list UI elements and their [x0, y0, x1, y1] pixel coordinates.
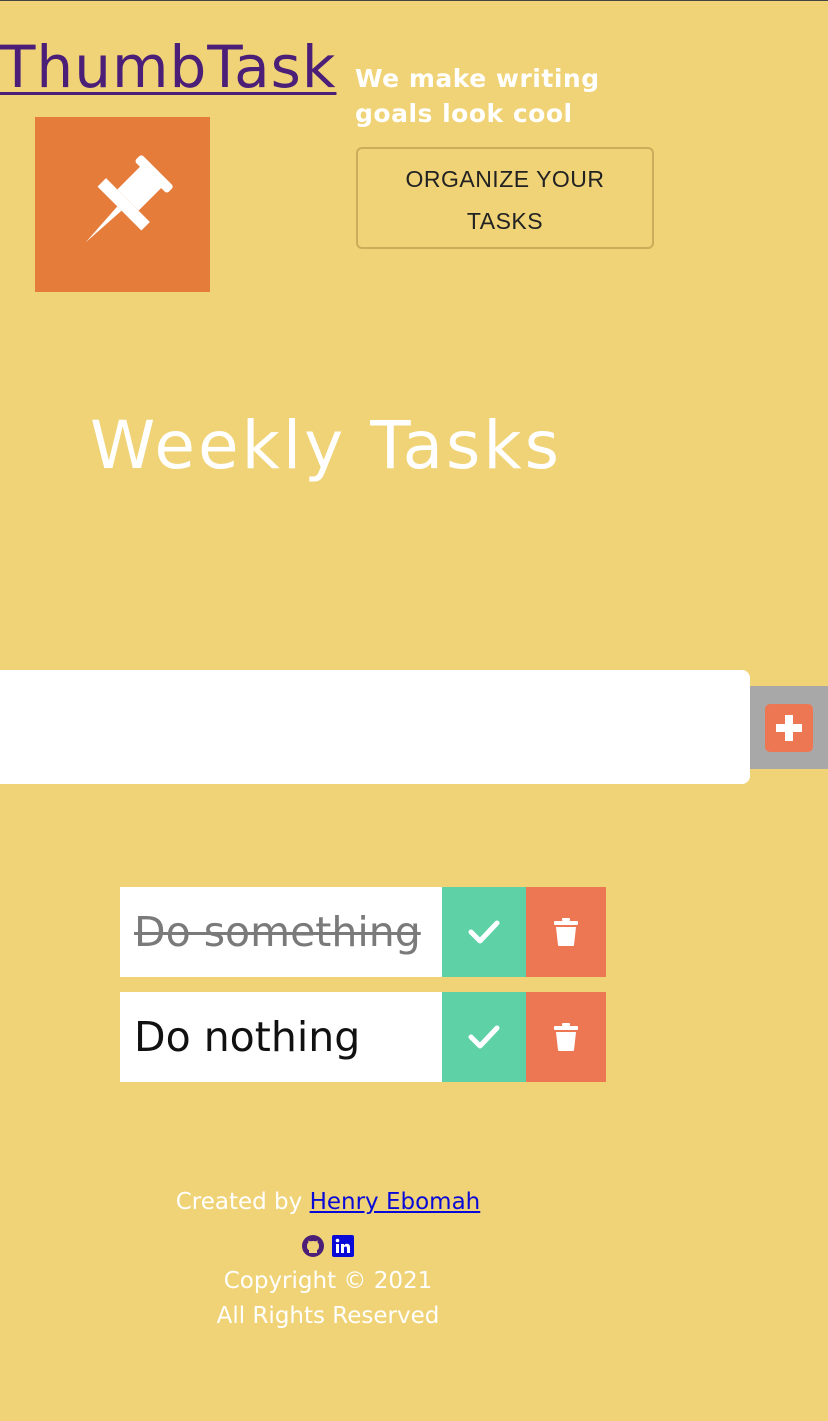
trash-icon [554, 918, 578, 946]
complete-button[interactable] [442, 887, 526, 977]
plus-square-icon [765, 703, 813, 752]
complete-button[interactable] [442, 992, 526, 1082]
author-link[interactable]: Henry Ebomah [310, 1189, 481, 1215]
github-icon[interactable] [301, 1234, 325, 1260]
todo-item: Do something [120, 887, 606, 977]
rights-text: All Rights Reserved [216, 1303, 440, 1329]
logo-link[interactable]: ThumbTask [0, 35, 336, 99]
check-icon [468, 920, 500, 944]
todo-item: Do nothing [120, 992, 606, 1082]
tagline: We make writing goals look cool [355, 64, 600, 128]
linkedin-icon[interactable] [331, 1234, 355, 1260]
trash-icon [554, 1023, 578, 1051]
delete-button[interactable] [526, 887, 606, 977]
check-icon [468, 1025, 500, 1049]
organize-tasks-button[interactable]: ORGANIZE YOUR TASKS [356, 147, 654, 249]
social-links [0, 1234, 656, 1260]
delete-button[interactable] [526, 992, 606, 1082]
page-title: Weekly Tasks [90, 407, 563, 484]
pushpin-icon [85, 154, 173, 242]
copyright-text: Copyright © 2021 [223, 1268, 433, 1294]
add-task-button[interactable] [750, 686, 828, 769]
logo-box [35, 117, 210, 292]
task-input[interactable] [0, 670, 750, 784]
todo-text: Do nothing [120, 992, 442, 1082]
todo-text: Do something [120, 887, 442, 977]
footer: Created by Henry Ebomah Copyright © 2021… [0, 1184, 656, 1334]
created-by-label: Created by [175, 1189, 303, 1215]
footer-credit: Created by Henry Ebomah [0, 1184, 656, 1220]
